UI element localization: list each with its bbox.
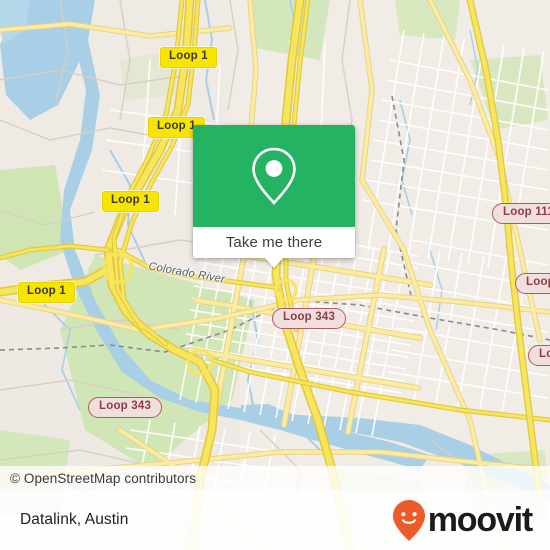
popup-icon-area — [193, 125, 355, 227]
road-shield-loop[interactable]: Lo — [528, 345, 550, 366]
map-pin-icon — [252, 147, 296, 205]
road-shield-loop[interactable]: Loop — [515, 273, 550, 294]
road-shield-loop-1[interactable]: Loop 1 — [102, 191, 159, 212]
popup-cta[interactable]: Take me there — [193, 227, 355, 258]
map-attribution-bar: © OpenStreetMap contributors — [0, 466, 550, 490]
road-shield-loop-343[interactable]: Loop 343 — [88, 397, 163, 418]
road-shield-loop-1[interactable]: Loop 1 — [18, 282, 75, 303]
bottom-info-bar: Datalink, Austin moovit — [0, 490, 550, 550]
place-name-label: Datalink, Austin — [20, 511, 129, 528]
road-shield-loop-111[interactable]: Loop 111 — [492, 203, 550, 224]
moovit-brand-logo[interactable]: moovit — [392, 498, 533, 542]
attribution-text: © OpenStreetMap contributors — [10, 470, 197, 486]
popup-pointer-tail — [265, 258, 283, 268]
moovit-pin-logo-icon — [392, 500, 425, 541]
map-screen: Colorado River Loop 1 Loop 1 Loop 1 Loop… — [0, 0, 550, 550]
location-popup-card[interactable]: Take me there — [193, 125, 355, 268]
road-shield-loop-343[interactable]: Loop 343 — [272, 308, 347, 329]
road-shield-loop-1[interactable]: Loop 1 — [160, 47, 217, 68]
moovit-wordmark: moovit — [427, 501, 533, 539]
popup-cta-label: Take me there — [225, 234, 323, 251]
